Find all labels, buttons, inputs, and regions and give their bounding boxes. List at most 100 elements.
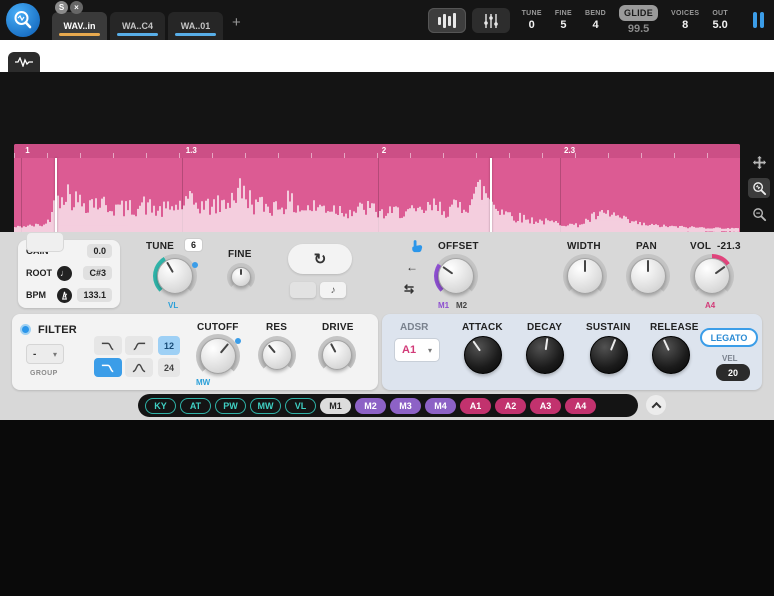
param-label: TUNE xyxy=(521,9,542,17)
global-param-out[interactable]: OUT 5.0 xyxy=(712,10,728,31)
drive-knob[interactable] xyxy=(318,336,356,374)
bpm-label: BPM xyxy=(26,290,46,300)
sample-tab-1[interactable]: WAV..in xyxy=(52,12,107,40)
sustain-knob[interactable] xyxy=(586,332,632,378)
release-knob[interactable] xyxy=(648,332,694,378)
vel-value-badge[interactable]: 20 xyxy=(716,364,750,381)
pan-label: PAN xyxy=(636,241,657,252)
root-value[interactable]: C#3 xyxy=(83,266,112,280)
filter-slope-24-button[interactable]: 24 xyxy=(158,358,180,377)
close-badge[interactable]: × xyxy=(70,1,83,14)
param-value: 5.0 xyxy=(712,18,728,31)
ruler-label: 2 xyxy=(381,146,387,155)
tune-mod-source[interactable]: VL xyxy=(168,301,178,310)
param-label: GLIDE xyxy=(619,5,659,21)
sample-tab-3[interactable]: WA..01 xyxy=(168,12,223,40)
mod-tab-at[interactable]: AT xyxy=(180,397,211,414)
mod-tab-m4[interactable]: M4 xyxy=(425,397,456,414)
tab-badges: S × xyxy=(55,1,83,14)
param-label: OUT xyxy=(712,9,728,17)
mod-tab-mw[interactable]: MW xyxy=(250,397,281,414)
loop-icon: ↻ xyxy=(313,251,327,268)
offset-mod1[interactable]: M1 xyxy=(438,301,449,310)
filter-type-highpass-button[interactable] xyxy=(125,336,153,355)
offset-mod2[interactable]: M2 xyxy=(456,301,467,310)
mod-tab-a2[interactable]: A2 xyxy=(495,397,526,414)
caret-down-icon: ▾ xyxy=(52,349,57,359)
mod-tab-m2[interactable]: M2 xyxy=(355,397,386,414)
filter-type-lowpass-shelf-button[interactable] xyxy=(94,336,122,355)
mod-tab-a1[interactable]: A1 xyxy=(460,397,491,414)
waveform-view-tab[interactable] xyxy=(8,52,40,72)
mod-tab-a3[interactable]: A3 xyxy=(530,397,561,414)
global-param-bend[interactable]: BEND 4 xyxy=(585,10,606,31)
adsr-title: ADSR xyxy=(400,322,429,333)
root-note-icon[interactable]: ♩ xyxy=(57,265,72,281)
move-tool-icon[interactable] xyxy=(748,152,770,172)
filter-type-bandpass-button[interactable] xyxy=(125,358,153,377)
zoom-wave-tool-icon[interactable] xyxy=(748,178,770,198)
mixer-button[interactable] xyxy=(472,8,510,33)
zoom-tool-icon[interactable] xyxy=(748,204,770,224)
filter-slope-12-button[interactable]: 12 xyxy=(158,336,180,355)
res-knob[interactable] xyxy=(258,336,296,374)
filter-group-value: - xyxy=(33,348,37,360)
mod-tab-pw[interactable]: PW xyxy=(215,397,246,414)
param-value: 0 xyxy=(528,18,535,31)
filter-type-lowpass-button[interactable] xyxy=(94,358,122,377)
global-param-tune[interactable]: TUNE 0 xyxy=(522,10,542,31)
mod-tab-m1[interactable]: M1 xyxy=(320,397,351,414)
cutoff-mod-dot xyxy=(235,338,241,344)
collapse-panel-button[interactable] xyxy=(646,395,666,415)
vol-mod-source[interactable]: A4 xyxy=(705,301,715,310)
offset-knob[interactable] xyxy=(434,254,478,298)
fine-knob[interactable] xyxy=(227,263,255,291)
legato-button[interactable]: LEGATO xyxy=(700,328,758,347)
pan-knob[interactable] xyxy=(626,254,670,298)
envelope-selected-value: A1 xyxy=(402,344,417,356)
solo-badge[interactable]: S xyxy=(55,1,68,14)
cutoff-knob[interactable] xyxy=(196,334,241,378)
decay-knob[interactable] xyxy=(522,332,568,378)
cutoff-mod-source[interactable]: MW xyxy=(196,378,210,387)
sample-tab-2[interactable]: WA..C4 xyxy=(110,12,165,40)
ruler-label: 1 xyxy=(25,146,30,155)
tab-underline xyxy=(117,33,158,36)
hand-tool-icon[interactable] xyxy=(408,238,425,255)
timeline-ruler[interactable]: 1 1.3 2 2.3 xyxy=(14,144,740,158)
param-value: 99.5 xyxy=(627,23,650,35)
drive-label: DRIVE xyxy=(322,322,354,333)
vol-knob[interactable] xyxy=(690,254,734,298)
param-value: 5 xyxy=(560,18,567,31)
arrow-left-icon[interactable]: ← xyxy=(406,260,418,274)
filter-group-label: GROUP xyxy=(30,370,58,377)
arrows-swap-icon[interactable]: ⇆ xyxy=(404,282,414,296)
loop-mode-button[interactable]: ↻ xyxy=(288,244,352,274)
mod-tab-ky[interactable]: KY xyxy=(145,397,176,414)
add-tab-button[interactable]: + xyxy=(232,14,241,31)
global-param-fine[interactable]: FINE 5 xyxy=(555,10,572,31)
mod-tab-vl[interactable]: VL xyxy=(285,397,316,414)
tune-value[interactable]: 6 xyxy=(184,238,204,252)
gain-value[interactable]: 0.0 xyxy=(87,244,112,258)
filter-enable-toggle[interactable] xyxy=(20,324,31,335)
note-sync-button[interactable]: ♪ xyxy=(320,282,346,298)
attack-knob[interactable] xyxy=(460,332,506,378)
wave-display-button[interactable] xyxy=(428,8,466,33)
tab-label: WA..C4 xyxy=(121,21,153,31)
width-knob[interactable] xyxy=(563,254,607,298)
bpm-value[interactable]: 133.1 xyxy=(77,288,112,302)
vol-value[interactable]: -21.3 xyxy=(717,241,741,252)
metronome-icon[interactable] xyxy=(57,287,72,303)
filter-group-dropdown[interactable] xyxy=(26,232,64,252)
app-logo-magnifier-icon[interactable] xyxy=(6,3,40,37)
filter-group-dropdown[interactable]: - ▾ xyxy=(26,344,64,364)
global-param-voices[interactable]: VOICES 8 xyxy=(671,10,699,31)
loop-option-button[interactable] xyxy=(290,282,316,298)
mod-tab-a4[interactable]: A4 xyxy=(565,397,596,414)
mod-tab-m3[interactable]: M3 xyxy=(390,397,421,414)
global-param-glide[interactable]: GLIDE 99.5 xyxy=(619,5,659,35)
tune-knob[interactable] xyxy=(153,254,198,298)
envelope-select-dropdown[interactable]: A1 ▾ xyxy=(394,338,440,362)
pause-button[interactable] xyxy=(753,12,764,28)
